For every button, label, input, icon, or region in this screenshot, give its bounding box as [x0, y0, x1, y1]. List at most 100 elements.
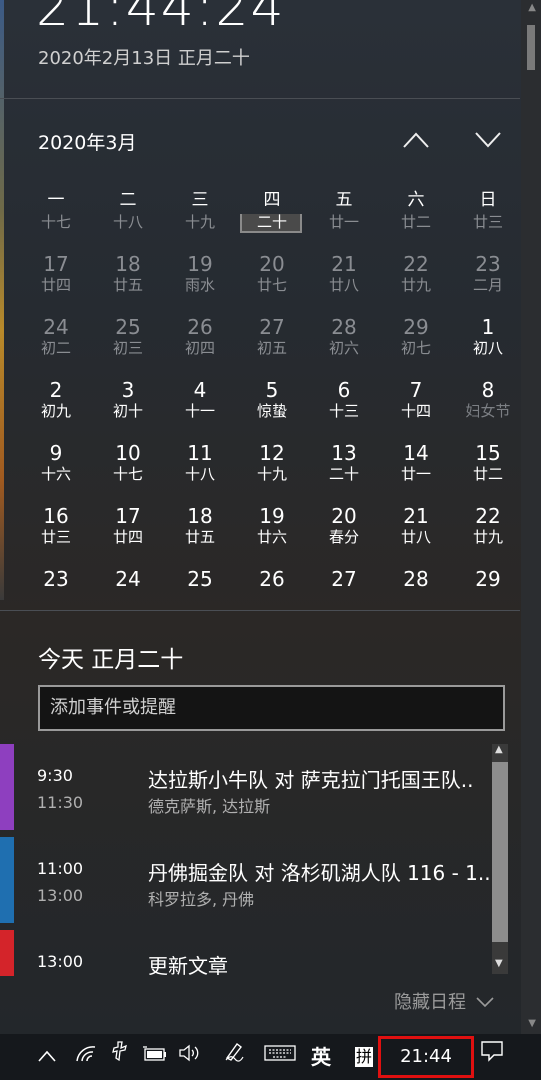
calendar-day[interactable]: 2 初九 [20, 368, 92, 431]
divider [0, 610, 520, 611]
calendar-day[interactable]: 4 十一 [164, 368, 236, 431]
next-month-button[interactable] [468, 122, 508, 158]
day-number: 27 [259, 315, 285, 339]
event-item[interactable]: 11:00 13:00 丹佛掘金队 对 洛杉矶湖人队 116 - 1.. 科罗拉… [0, 837, 490, 923]
taskbar-clock[interactable]: 21:44 [378, 1036, 474, 1078]
calendar-day[interactable]: 16廿三 [20, 494, 92, 557]
calendar-day[interactable]: 22 廿九 [380, 242, 452, 305]
calendar-day[interactable]: 14廿一 [380, 431, 452, 494]
calendar-day[interactable]: 14廿一 [308, 214, 380, 242]
event-item[interactable]: 13:00 更新文章 [0, 930, 490, 976]
calendar-day[interactable]: 10十七 [92, 431, 164, 494]
calendar-day[interactable]: 23 二月 [452, 242, 524, 305]
calendar-day[interactable]: 17 廿四 [92, 494, 164, 557]
volume-icon[interactable] [176, 1034, 204, 1080]
calendar-day[interactable]: 24 初二 [20, 305, 92, 368]
event-title: 丹佛掘金队 对 洛杉矶湖人队 116 - 1.. [148, 861, 490, 885]
calendar-day[interactable]: 26 初四 [164, 305, 236, 368]
calendar-day[interactable]: 27 初五 [236, 305, 308, 368]
battery-icon[interactable] [140, 1034, 170, 1080]
lunar-label: 惊蛰 [256, 402, 287, 420]
event-color-bar [0, 744, 14, 830]
calendar-day[interactable]: 28 初六 [308, 305, 380, 368]
day-number: 17 [43, 252, 69, 276]
calendar-day[interactable]: 29 [452, 557, 524, 604]
day-number: 23 [475, 252, 501, 276]
calendar-day[interactable]: 16廿三 [452, 214, 524, 242]
hide-agenda-button[interactable]: 隐藏日程 [394, 988, 494, 1014]
calendar-day[interactable]: 11十八 [92, 214, 164, 242]
scroll-up-icon[interactable]: ▲ [495, 744, 503, 755]
day-number: 22 [403, 252, 429, 276]
day-number: 26 [187, 315, 213, 339]
calendar-grid-viewport[interactable]: 10十七11十八12十九13二十14廿一15廿二16廿三17廿四18廿五19雨水… [20, 214, 524, 604]
calendar-day[interactable]: 24 [92, 557, 164, 604]
event-item[interactable]: 9:30 11:30 达拉斯小牛队 对 萨克拉门托国王队.. 德克萨斯, 达拉斯 [0, 744, 490, 830]
day-number: 15 [475, 441, 501, 465]
calendar-day[interactable]: 25 初三 [92, 305, 164, 368]
weekday-label: 三 [191, 190, 209, 210]
calendar-day[interactable]: 23 [20, 557, 92, 604]
pen-workspace-icon[interactable] [220, 1034, 248, 1080]
day-number: 13 [331, 441, 357, 465]
lunar-label: 廿六 [256, 528, 287, 546]
month-title[interactable]: 2020年3月 [38, 128, 136, 155]
calendar-day[interactable]: 5 惊蛰 [236, 368, 308, 431]
scrollbar-thumb[interactable] [527, 25, 535, 70]
scroll-down-icon[interactable]: ▼ [495, 958, 503, 969]
scrollbar-thumb[interactable] [492, 762, 508, 942]
ime-mode-indicator[interactable]: 拼 [348, 1034, 380, 1080]
calendar-day[interactable]: 7 十四 [380, 368, 452, 431]
calendar-day[interactable]: 18 廿五 [164, 494, 236, 557]
calendar-day[interactable]: 1 初八 [452, 305, 524, 368]
calendar-day[interactable]: 6 十三 [308, 368, 380, 431]
calendar-day[interactable]: 19 雨水 [164, 242, 236, 305]
calendar-day[interactable]: 22 廿九 [452, 494, 524, 557]
previous-month-button[interactable] [396, 122, 436, 158]
calendar-day[interactable]: 3 初十 [92, 368, 164, 431]
calendar-day-today[interactable]: 13二十 [236, 214, 308, 242]
calendar-day[interactable]: 19 廿六 [236, 494, 308, 557]
calendar-day[interactable]: 13 二十 [308, 431, 380, 494]
lunar-label: 廿一 [328, 214, 359, 231]
lunar-label: 十三 [328, 402, 359, 420]
scroll-down-icon[interactable]: ▼ [528, 1018, 536, 1029]
ime-language-indicator[interactable]: 英 [304, 1034, 338, 1080]
calendar-day[interactable]: 20 廿七 [236, 242, 308, 305]
calendar-day[interactable]: 17 廿四 [20, 242, 92, 305]
calendar-day[interactable]: 18 廿五 [92, 242, 164, 305]
clock-date[interactable]: 2020年2月13日 正月二十 [38, 44, 250, 70]
lunar-label: 初三 [112, 339, 143, 357]
scroll-up-icon[interactable]: ▲ [528, 2, 536, 13]
lunar-label: 初五 [256, 339, 287, 357]
calendar-day[interactable]: 12十九 [236, 431, 308, 494]
event-list-scrollbar[interactable]: ▲ ▼ [492, 744, 508, 974]
touch-keyboard-icon[interactable] [262, 1034, 298, 1080]
lunar-label: 初六 [328, 339, 359, 357]
app-tray-icon[interactable] [106, 1034, 134, 1080]
wifi-icon[interactable] [72, 1034, 100, 1080]
show-hidden-icons-button[interactable] [34, 1034, 60, 1080]
lunar-label: 廿四 [40, 276, 71, 294]
calendar-day[interactable]: 8 妇女节 [452, 368, 524, 431]
action-center-icon[interactable] [478, 1034, 506, 1080]
calendar-day[interactable]: 11十八 [164, 431, 236, 494]
calendar-day[interactable]: 15廿二 [380, 214, 452, 242]
lunar-label: 初十 [112, 402, 143, 420]
calendar-day[interactable]: 29 初七 [380, 305, 452, 368]
calendar-day[interactable]: 21 廿八 [380, 494, 452, 557]
flyout-scrollbar[interactable]: ▲ ▼ [521, 0, 541, 1034]
calendar-day[interactable]: 25 [164, 557, 236, 604]
calendar-day[interactable]: 28 [380, 557, 452, 604]
calendar-day[interactable]: 12十九 [164, 214, 236, 242]
lunar-label: 二十 [256, 214, 287, 231]
calendar-day[interactable]: 27 [308, 557, 380, 604]
calendar-day[interactable]: 21 廿八 [308, 242, 380, 305]
calendar-day[interactable]: 20 春分 [308, 494, 380, 557]
lunar-label: 十八 [112, 214, 143, 231]
calendar-day[interactable]: 9 十六 [20, 431, 92, 494]
calendar-day[interactable]: 15廿二 [452, 431, 524, 494]
add-event-input[interactable]: 添加事件或提醒 [38, 685, 505, 731]
calendar-day[interactable]: 26 [236, 557, 308, 604]
calendar-day[interactable]: 10十七 [20, 214, 92, 242]
